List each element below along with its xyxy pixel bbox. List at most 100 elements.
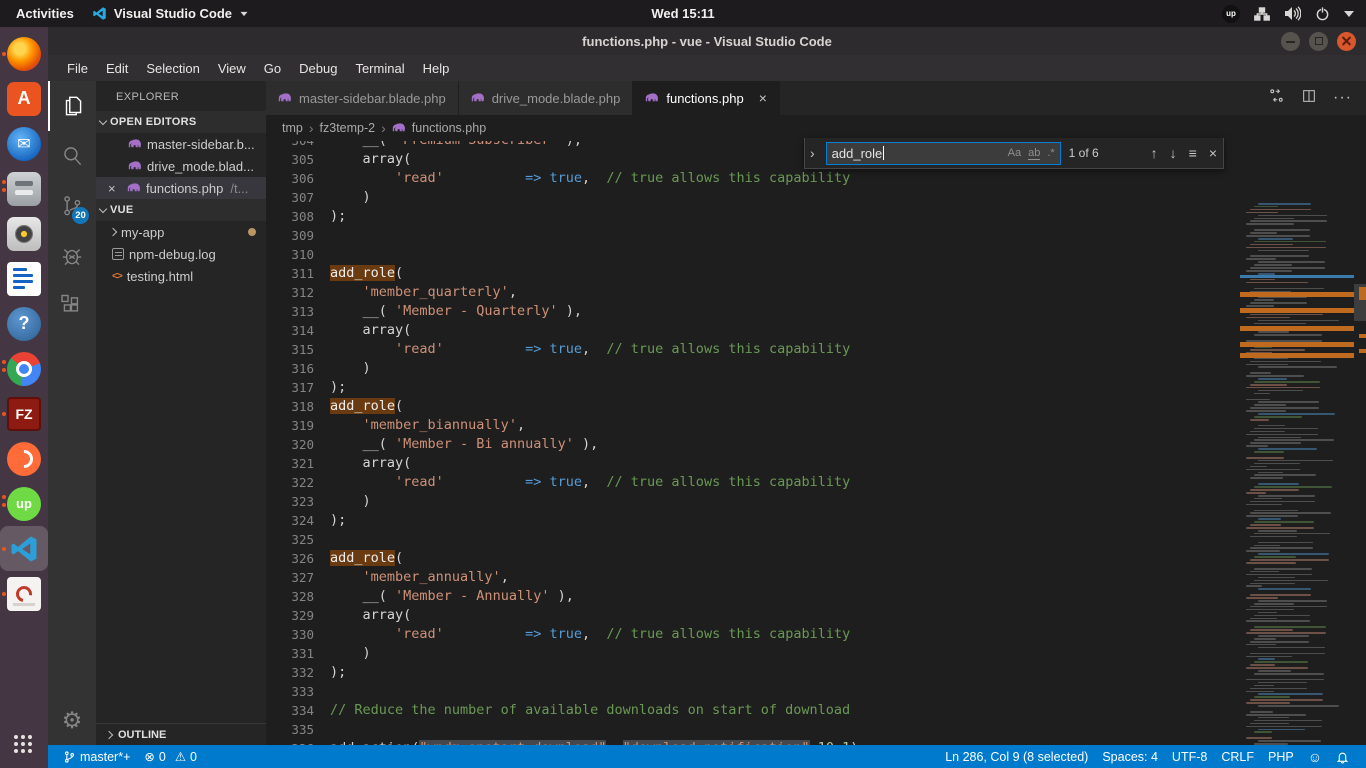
open-editor-item[interactable]: drive_mode.blad... xyxy=(96,155,266,177)
code-line[interactable]: 307 ) xyxy=(266,188,1240,207)
code-line[interactable]: 323 ) xyxy=(266,492,1240,511)
dock-libreoffice-writer[interactable] xyxy=(0,256,48,301)
notifications-bell-icon[interactable] xyxy=(1329,750,1356,764)
cursor-position[interactable]: Ln 286, Col 9 (8 selected) xyxy=(938,750,1095,764)
source-control-view-icon[interactable]: 20 xyxy=(48,181,96,231)
regex-icon[interactable]: .* xyxy=(1047,147,1054,159)
dock-postman[interactable] xyxy=(0,436,48,481)
code-line[interactable]: 327 'member_annually', xyxy=(266,568,1240,587)
debug-view-icon[interactable] xyxy=(48,231,96,281)
tree-item-npm-debug-log[interactable]: npm-debug.log xyxy=(96,243,266,265)
menu-selection[interactable]: Selection xyxy=(137,58,208,79)
breadcrumb-item[interactable]: tmp xyxy=(282,121,303,135)
search-input[interactable]: add_role Aa ab .* xyxy=(826,142,1061,165)
code-line[interactable]: 321 array( xyxy=(266,454,1240,473)
dock-filezilla[interactable]: FZ xyxy=(0,391,48,436)
dock-files[interactable] xyxy=(0,166,48,211)
dock-vscode[interactable] xyxy=(0,526,48,571)
code-line[interactable]: 319 'member_biannually', xyxy=(266,416,1240,435)
code-line[interactable]: 317); xyxy=(266,378,1240,397)
app-menu[interactable]: Visual Studio Code xyxy=(92,6,249,21)
code-line[interactable]: 308); xyxy=(266,207,1240,226)
next-match-icon[interactable]: ↓ xyxy=(1170,145,1177,161)
code-line[interactable]: 334// Reduce the number of available dow… xyxy=(266,701,1240,720)
code-line[interactable]: 335 xyxy=(266,720,1240,739)
indentation-status[interactable]: Spaces: 4 xyxy=(1095,750,1165,764)
code-line[interactable]: 306 'read' => true, // true allows this … xyxy=(266,169,1240,188)
code-line[interactable]: 311add_role( xyxy=(266,264,1240,283)
split-editor-icon[interactable] xyxy=(1301,88,1317,109)
menu-view[interactable]: View xyxy=(209,58,255,79)
dock-rhythmbox[interactable] xyxy=(0,211,48,256)
dock-help[interactable]: ? xyxy=(0,301,48,346)
network-icon[interactable] xyxy=(1254,7,1270,21)
encoding-status[interactable]: UTF-8 xyxy=(1165,750,1214,764)
code-line[interactable]: 315 'read' => true, // true allows this … xyxy=(266,340,1240,359)
project-section-header[interactable]: VUE xyxy=(96,199,266,221)
find-collapse-icon[interactable]: › xyxy=(807,145,818,161)
settings-gear-icon[interactable]: ⚙ xyxy=(62,695,83,745)
code-line[interactable]: 336add_action("wpdm_onstart_download", "… xyxy=(266,739,1240,745)
menu-terminal[interactable]: Terminal xyxy=(346,58,413,79)
problems-status[interactable]: ⊗ 0 ⚠ 0 xyxy=(137,749,204,764)
code-line[interactable]: 312 'member_quarterly', xyxy=(266,283,1240,302)
git-branch-status[interactable]: master*+ xyxy=(56,750,137,764)
activities-button[interactable]: Activities xyxy=(16,6,74,21)
dock-upwork[interactable]: up xyxy=(0,481,48,526)
maximize-button[interactable] xyxy=(1309,32,1328,51)
breadcrumb-item[interactable]: functions.php xyxy=(412,121,486,135)
code-line[interactable]: 314 array( xyxy=(266,321,1240,340)
code-line[interactable]: 325 xyxy=(266,530,1240,549)
tab-master-sidebar[interactable]: master-sidebar.blade.php xyxy=(266,81,459,115)
close-button[interactable] xyxy=(1337,32,1356,51)
language-mode[interactable]: PHP xyxy=(1261,750,1301,764)
find-in-selection-icon[interactable]: ≡ xyxy=(1189,145,1197,161)
code-line[interactable]: 331 ) xyxy=(266,644,1240,663)
close-tab-icon[interactable]: × xyxy=(759,90,767,106)
menu-help[interactable]: Help xyxy=(414,58,459,79)
close-icon[interactable]: × xyxy=(108,181,122,196)
code-line[interactable]: 330 'read' => true, // true allows this … xyxy=(266,625,1240,644)
dock-document-app[interactable] xyxy=(0,571,48,616)
explorer-view-icon[interactable] xyxy=(48,81,96,131)
menu-file[interactable]: File xyxy=(58,58,97,79)
volume-icon[interactable] xyxy=(1284,6,1301,21)
search-view-icon[interactable] xyxy=(48,131,96,181)
window-titlebar[interactable]: functions.php - vue - Visual Studio Code xyxy=(48,27,1366,55)
menu-edit[interactable]: Edit xyxy=(97,58,137,79)
tree-item-my-app[interactable]: my-app xyxy=(96,221,266,243)
tab-drive-mode[interactable]: drive_mode.blade.php xyxy=(459,81,634,115)
code-line[interactable]: 328 __( 'Member - Annually' ), xyxy=(266,587,1240,606)
code-line[interactable]: 333 xyxy=(266,682,1240,701)
minimap[interactable] xyxy=(1240,200,1354,745)
eol-status[interactable]: CRLF xyxy=(1214,750,1261,764)
code-line[interactable]: 316 ) xyxy=(266,359,1240,378)
open-changes-icon[interactable] xyxy=(1268,87,1285,109)
scrollbar[interactable] xyxy=(1354,200,1366,745)
code-line[interactable]: 326add_role( xyxy=(266,549,1240,568)
code-line[interactable]: 332); xyxy=(266,663,1240,682)
dock-firefox[interactable] xyxy=(0,31,48,76)
more-actions-icon[interactable]: ··· xyxy=(1333,89,1352,107)
show-applications-button[interactable] xyxy=(14,735,35,756)
open-editors-header[interactable]: OPEN EDITORS xyxy=(96,111,266,133)
open-editor-item-active[interactable]: × functions.php /t... xyxy=(96,177,266,199)
dock-chrome[interactable] xyxy=(0,346,48,391)
upwork-tray-icon[interactable]: up xyxy=(1222,5,1240,23)
outline-section-header[interactable]: OUTLINE xyxy=(96,723,266,745)
match-case-icon[interactable]: Aa xyxy=(1008,147,1021,159)
code-line[interactable]: 329 array( xyxy=(266,606,1240,625)
close-find-icon[interactable]: × xyxy=(1209,145,1217,161)
menu-go[interactable]: Go xyxy=(255,58,290,79)
code-line[interactable]: 322 'read' => true, // true allows this … xyxy=(266,473,1240,492)
code-line[interactable]: 309 xyxy=(266,226,1240,245)
code-line[interactable]: 324); xyxy=(266,511,1240,530)
extensions-view-icon[interactable] xyxy=(48,281,96,331)
tab-functions-php[interactable]: functions.php × xyxy=(633,81,780,115)
power-icon[interactable] xyxy=(1315,6,1330,21)
menu-debug[interactable]: Debug xyxy=(290,58,346,79)
minimize-button[interactable] xyxy=(1281,32,1300,51)
code-line[interactable]: 320 __( 'Member - Bi annually' ), xyxy=(266,435,1240,454)
tree-item-testing-html[interactable]: <> testing.html xyxy=(96,265,266,287)
breadcrumb-item[interactable]: fz3temp-2 xyxy=(320,121,376,135)
